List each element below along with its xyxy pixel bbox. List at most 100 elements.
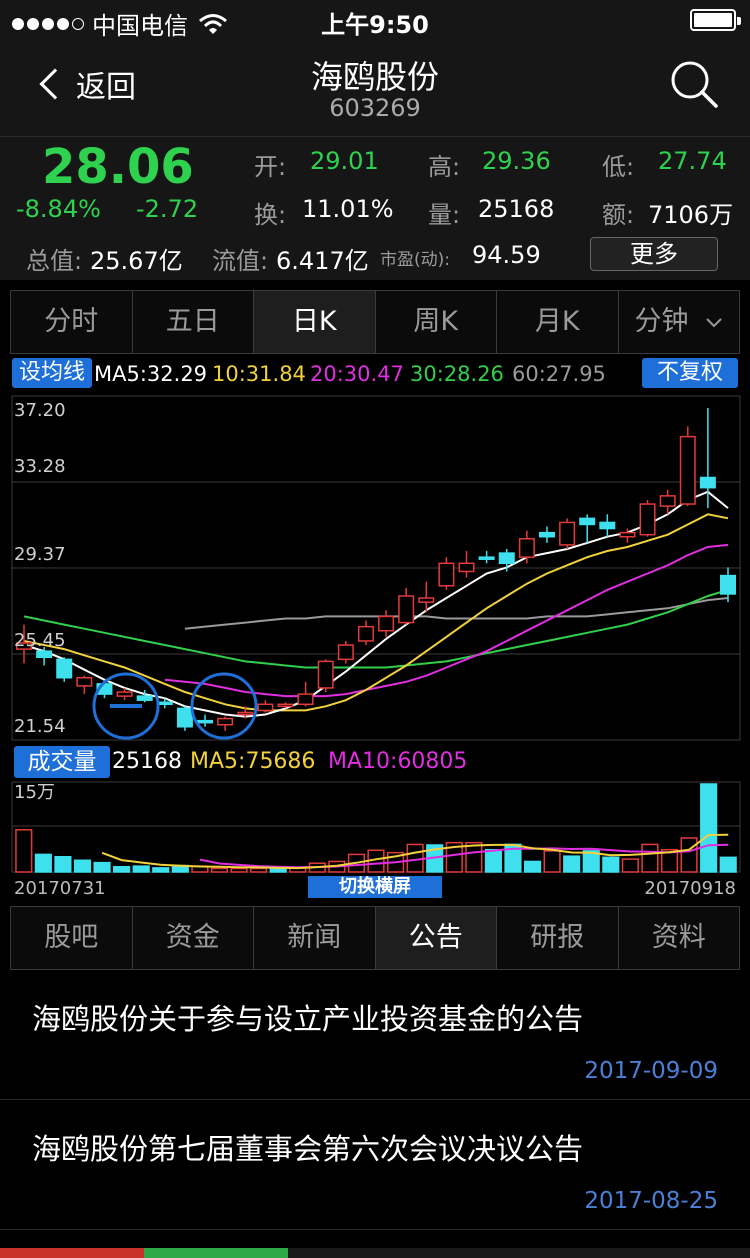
candle-body [559,521,576,546]
pe-value: 94.59 [472,241,541,269]
tab-announcements[interactable]: 公告 [375,907,497,969]
volume-bar [523,860,542,873]
volume-scale-label: 15万 [14,782,55,803]
candlestick-chart[interactable]: 37.20 33.28 29.37 25.45 21.54 [0,392,750,742]
volume-value: 25168 [478,195,555,223]
volume-legend-value: 25168 [112,749,182,774]
chart-end-date: 20170918 [644,878,736,899]
ma30-legend: 30:28.26 [410,362,504,386]
candle-body [579,517,596,526]
battery-icon [690,9,741,31]
volume-label: 量: [428,201,461,229]
candle-body [337,644,354,661]
candle-body [599,521,616,530]
tab-five-day[interactable]: 五日 [133,291,254,353]
status-bar: 中国电信 上午9:50 [0,0,750,40]
bottom-red-segment [0,1248,144,1258]
announcement-date: 2017-08-25 [584,1188,718,1214]
switch-landscape-button[interactable]: 切换横屏 [308,876,442,898]
volume-bar [543,850,561,873]
volume-indicator-button[interactable]: 成交量 [14,746,110,778]
candle-body [297,693,314,706]
candle-body [76,676,93,687]
candle-body [277,703,294,708]
candle-body [116,691,133,697]
volume-bar [602,856,620,873]
volume-bar [230,867,248,873]
candle-body [518,538,535,558]
total-cap-label: 总值: [26,247,83,275]
change-percent: -8.84% [16,195,101,223]
volume-bar [641,843,659,873]
candle-body [257,703,274,712]
open-value: 29.01 [310,147,379,175]
volume-bar [15,829,33,873]
candle-body [478,556,495,560]
y-axis-label: 29.37 [14,544,66,565]
stock-code: 603269 [329,94,421,122]
candle-body [498,552,515,565]
low-label: 低: [602,153,635,181]
volume-bar [210,867,229,873]
ma60-legend: 60:27.95 [512,362,606,386]
candle-body [619,531,636,538]
volume-chart[interactable]: 15万 [0,780,750,874]
announcement-item[interactable]: 海鸥股份关于参与设立产业投资基金的公告 2017-09-09 [0,970,750,1100]
tab-profile[interactable]: 资料 [619,907,740,969]
stock-name: 海鸥股份 [310,58,439,96]
chart-start-date: 20170731 [14,878,106,899]
candle-body [659,495,676,507]
tab-weekly-k[interactable]: 周K [376,291,497,353]
tab-monthly-k[interactable]: 月K [497,291,619,353]
tab-news[interactable]: 新闻 [254,907,376,969]
turnover-value: 11.01% [302,195,394,223]
tab-intraday[interactable]: 分时 [11,291,133,353]
announcement-title: 海鸥股份第七届董事会第六次会议决议公告 [32,1132,584,1166]
volume-ma5-legend: MA5:75686 [190,749,316,774]
tab-daily-k[interactable]: 日K [254,291,376,353]
current-price: 28.06 [42,139,194,195]
candle-body [720,574,736,595]
candle-body [538,531,555,538]
announcement-title: 海鸥股份关于参与设立产业投资基金的公告 [32,1002,584,1036]
change-amount: -2.72 [136,195,199,223]
candle-body [357,625,374,642]
adjust-button[interactable]: 不复权 [642,358,738,388]
high-label: 高: [428,153,461,181]
volume-bar [73,859,92,873]
set-ma-button[interactable]: 设均线 [12,358,92,388]
y-axis-label: 37.20 [14,400,66,421]
candle-body [176,707,193,728]
volume-bar [93,861,111,873]
candle-body [56,658,73,679]
search-icon[interactable] [668,58,720,110]
volume-bar [113,865,131,873]
tab-research[interactable]: 研报 [497,907,619,969]
candle-body [418,597,435,603]
candle-body [398,595,415,624]
candle-body [378,615,395,632]
high-value: 29.36 [482,147,551,175]
tab-capital-flow[interactable]: 资金 [133,907,254,969]
clock: 上午9:50 [321,11,429,39]
volume-legend-bar: 成交量 25168 MA5:75686 MA10:60805 [0,746,750,780]
ma30-line [23,588,729,669]
volume-bar [406,843,424,873]
chevron-down-icon [706,317,722,327]
volume-bar [250,867,268,873]
nav-bar: 返回 海鸥股份 603269 [0,40,750,136]
candle-body [237,711,254,716]
ma60-line [184,597,729,630]
volume-bar [34,853,52,873]
volume-bar [465,841,483,873]
low-value: 27.74 [658,147,727,175]
tab-minute[interactable]: 分钟 [619,291,740,353]
more-button[interactable]: 更多 [590,237,718,271]
volume-bar [152,867,170,873]
tab-forum[interactable]: 股吧 [11,907,133,969]
announcement-item[interactable]: 海鸥股份第七届董事会第六次会议决议公告 2017-08-25 [0,1100,750,1230]
candle-body [217,717,234,726]
candle-body [438,562,455,587]
bottom-toolbar-edge [0,1248,750,1258]
amount-value: 7106万 [648,201,734,229]
